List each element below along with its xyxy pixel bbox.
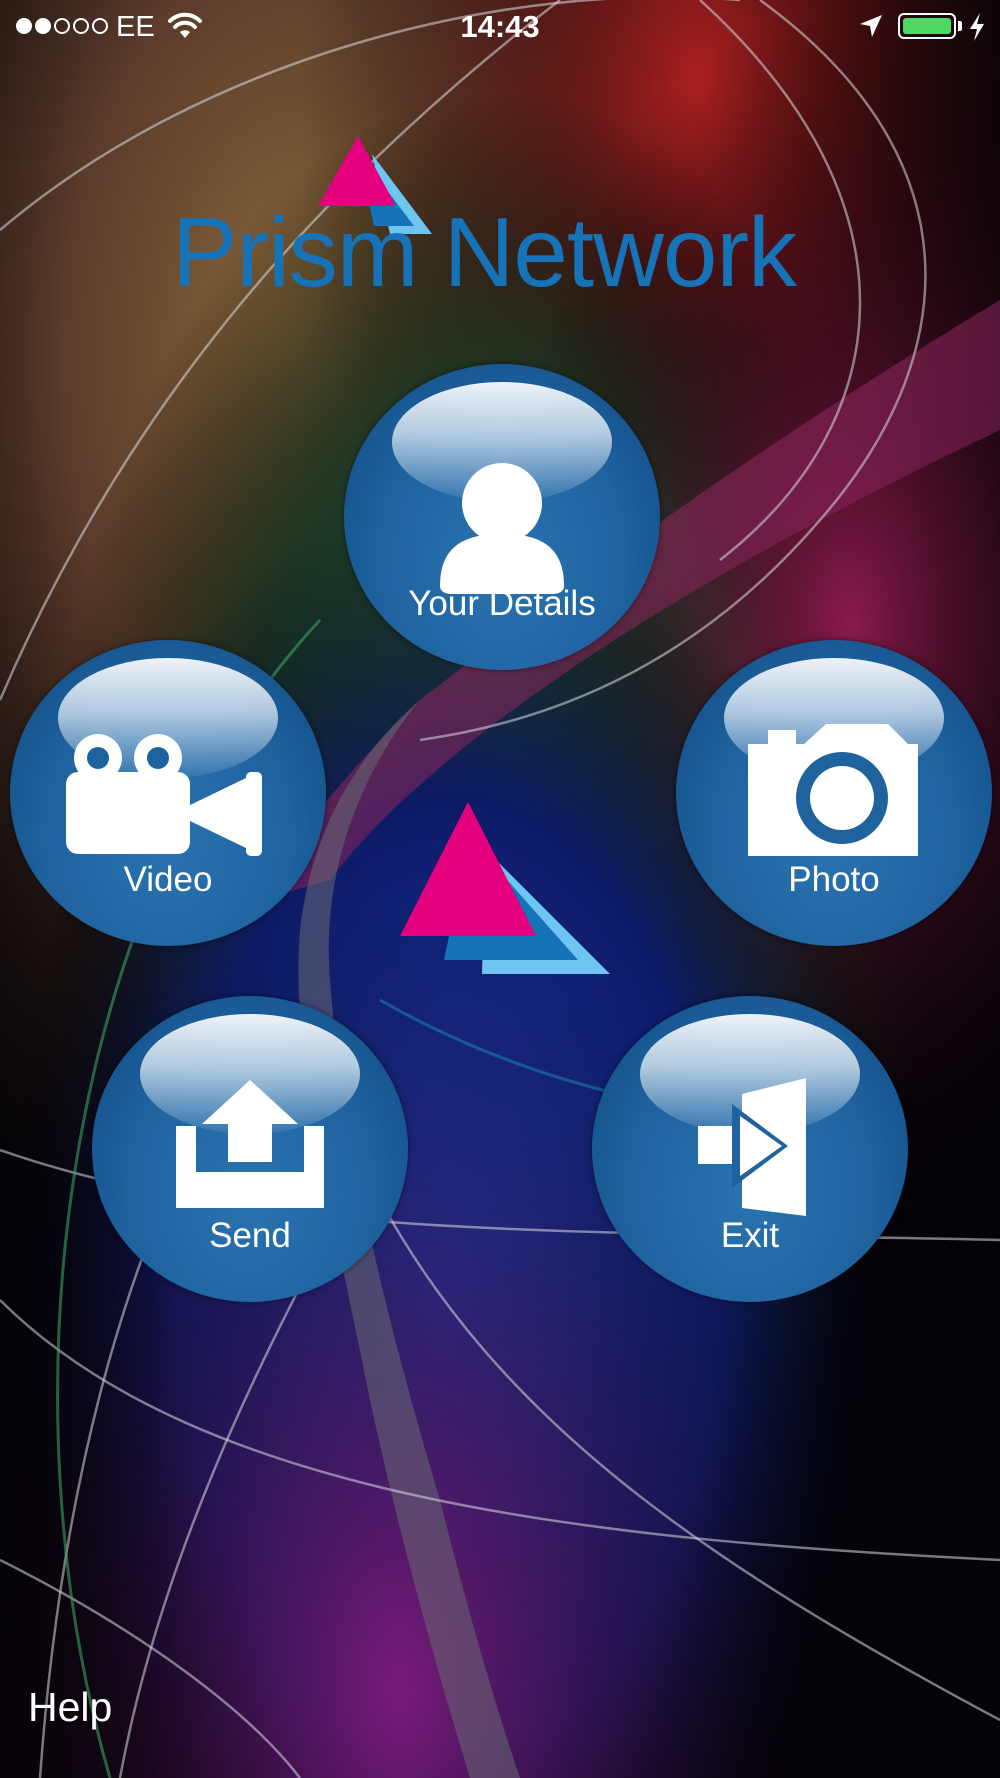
help-link[interactable]: Help	[28, 1684, 112, 1731]
person-icon	[440, 463, 564, 594]
upload-icon	[176, 1080, 324, 1208]
photo-button[interactable]: Photo	[676, 640, 992, 946]
app-logo-text: Prism Network	[172, 197, 797, 307]
battery-icon	[898, 13, 956, 39]
exit-label: Exit	[720, 1216, 780, 1255]
send-label: Send	[209, 1216, 291, 1255]
video-camera-icon	[66, 734, 262, 856]
video-button[interactable]: Video	[10, 640, 326, 946]
status-bar: EE 14:43	[0, 0, 1000, 54]
your-details-button[interactable]: Your Details	[344, 364, 660, 670]
location-arrow-icon	[860, 15, 882, 37]
photo-label: Photo	[788, 860, 880, 899]
battery-tip	[958, 21, 962, 31]
your-details-label: Your Details	[408, 584, 596, 623]
home-screen: EE 14:43 Prism Network Your Details Vide…	[0, 0, 1000, 1778]
charging-bolt-icon	[970, 13, 984, 41]
camera-icon	[748, 724, 918, 856]
send-button[interactable]: Send	[92, 996, 408, 1302]
exit-button[interactable]: Exit	[592, 996, 908, 1302]
exit-door-icon	[698, 1078, 806, 1216]
video-label: Video	[123, 860, 213, 899]
status-time: 14:43	[460, 9, 540, 44]
battery-level	[903, 18, 951, 34]
prism-center-logo-icon	[400, 802, 610, 974]
